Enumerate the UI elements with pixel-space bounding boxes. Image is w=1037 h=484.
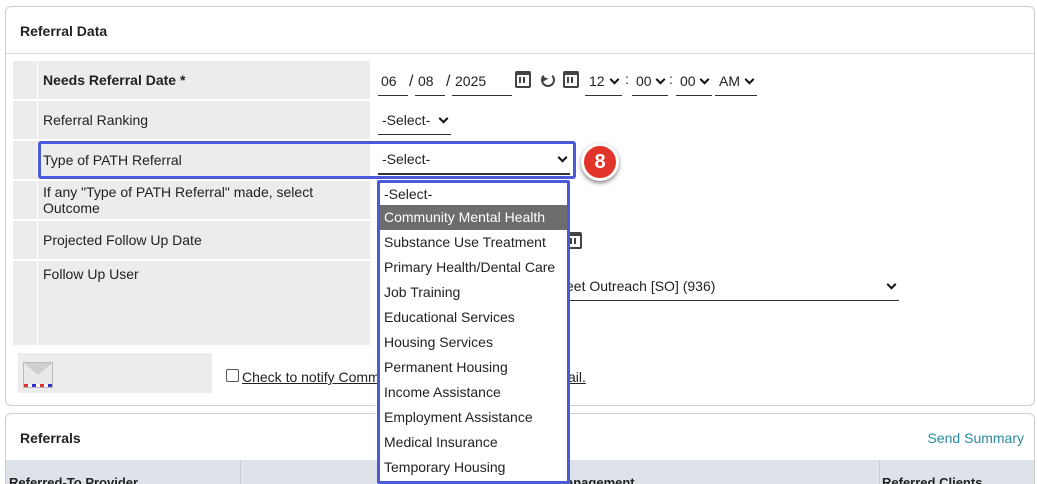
dropdown-option[interactable]: Permanent Housing <box>380 355 567 380</box>
column-header[interactable]: Referred-To Provider <box>9 475 138 484</box>
time-separator: : <box>625 71 629 87</box>
panel-title-referrals: Referrals <box>20 430 81 446</box>
follow-up-user-value: eet Outreach [SO] (936) <box>566 277 716 294</box>
minute-value: 00 <box>636 72 652 89</box>
calendar-icon[interactable] <box>515 71 531 88</box>
envelope-icon <box>23 362 53 388</box>
ampm-select[interactable]: AM <box>715 66 757 96</box>
dropdown-option[interactable]: Temporary Housing <box>380 455 567 480</box>
second-select[interactable]: 00 <box>676 66 712 96</box>
panel-divider <box>6 53 1034 54</box>
chevron-down-icon <box>609 74 620 85</box>
path-referral-dropdown-list: -Select- Community Mental Health Substan… <box>377 180 570 484</box>
calendar-icon[interactable] <box>563 71 579 88</box>
follow-up-user-select[interactable]: eet Outreach [SO] (936) <box>552 271 899 301</box>
minute-select[interactable]: 00 <box>632 66 668 96</box>
notify-checkbox[interactable] <box>226 369 239 382</box>
dropdown-option[interactable]: Educational Services <box>380 305 567 330</box>
referral-ranking-select[interactable]: -Select- <box>378 105 451 135</box>
follow-up-user-label: Follow Up User <box>38 261 370 345</box>
column-divider <box>240 460 241 484</box>
column-header[interactable]: anagement <box>566 475 635 484</box>
date-month-input[interactable]: 06 <box>378 66 408 96</box>
date-year-input[interactable]: 2025 <box>452 66 512 96</box>
hour-value: 12 <box>589 72 605 89</box>
send-summary-link[interactable]: Send Summary <box>928 430 1024 446</box>
step-badge: 8 <box>581 143 619 181</box>
row-gutter <box>13 101 37 139</box>
projected-follow-up-date-label: Projected Follow Up Date <box>38 221 370 259</box>
notify-link-text[interactable]: Check to notify Comm <box>242 369 380 385</box>
dropdown-option-highlighted[interactable]: Community Mental Health <box>380 205 567 230</box>
dropdown-option[interactable]: Primary Health/Dental Care <box>380 255 567 280</box>
refresh-icon[interactable] <box>541 73 555 87</box>
dropdown-option[interactable]: Substance Use Treatment <box>380 230 567 255</box>
row-gutter <box>13 181 37 219</box>
column-header[interactable]: Referred Clients <box>882 475 982 484</box>
dropdown-option[interactable]: Employment Assistance <box>380 405 567 430</box>
highlight-box <box>38 141 576 179</box>
column-divider <box>879 460 880 484</box>
date-separator: / <box>409 73 414 90</box>
email-panel <box>18 353 212 393</box>
row-gutter <box>13 261 37 345</box>
ampm-value: AM <box>719 72 740 89</box>
date-separator: / <box>446 73 451 90</box>
dropdown-option[interactable]: -Select- <box>380 183 567 205</box>
dropdown-option[interactable]: Medical Insurance <box>380 430 567 455</box>
needs-referral-date-label: Needs Referral Date * <box>38 61 370 99</box>
row-gutter <box>13 61 37 99</box>
panel-title-referral-data: Referral Data <box>20 23 108 39</box>
hour-select[interactable]: 12 <box>585 66 622 96</box>
row-gutter <box>13 141 37 179</box>
chevron-down-icon <box>744 74 755 85</box>
outcome-label: If any "Type of PATH Referral" made, sel… <box>38 181 370 219</box>
second-value: 00 <box>680 72 696 89</box>
chevron-down-icon <box>655 74 666 85</box>
dropdown-option[interactable]: Income Assistance <box>380 380 567 405</box>
row-gutter <box>13 221 37 259</box>
chevron-down-icon <box>699 74 710 85</box>
dropdown-option[interactable]: Housing Services <box>380 330 567 355</box>
chevron-down-icon <box>438 113 449 124</box>
referral-ranking-value: -Select- <box>382 111 431 128</box>
time-separator: : <box>669 71 673 87</box>
referral-ranking-label: Referral Ranking <box>38 101 370 139</box>
date-day-input[interactable]: 08 <box>415 66 445 96</box>
notify-link-text-end[interactable]: ail. <box>568 369 586 385</box>
dropdown-option[interactable]: Job Training <box>380 280 567 305</box>
chevron-down-icon <box>886 279 897 290</box>
